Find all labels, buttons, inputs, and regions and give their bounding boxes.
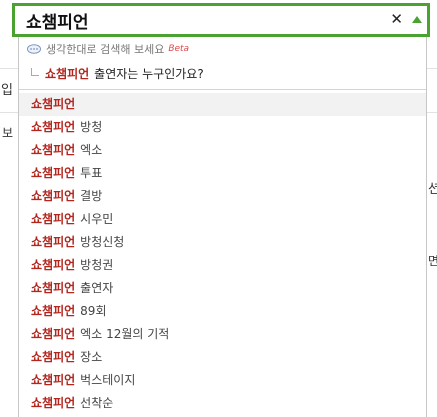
suggestion-item[interactable]: 쇼챔피언 엑소: [19, 139, 426, 162]
suggestion-item[interactable]: 쇼챔피언 벅스테이지: [19, 369, 426, 392]
suggestion-item[interactable]: 쇼챔피언 투표: [19, 162, 426, 185]
background-text: 면: [428, 254, 437, 268]
suggestion-suffix: 선착순: [80, 396, 114, 410]
suggestion-keyword: 쇼챔피언: [31, 396, 76, 410]
suggestion-keyword: 쇼챔피언: [31, 258, 76, 272]
suggestion-suffix: 출연자: [80, 281, 114, 295]
suggestion-header-text: 생각한대로 검색해 보세요: [46, 43, 165, 56]
suggestion-suffix: 시우민: [80, 212, 114, 226]
suggestion-keyword: 쇼챔피언: [31, 327, 76, 341]
suggestion-keyword: 쇼챔피언: [31, 235, 76, 249]
suggestion-item[interactable]: 쇼챔피언: [19, 93, 426, 116]
suggestion-suffix: 벅스테이지: [80, 373, 136, 387]
suggestion-item[interactable]: 쇼챔피언 방청권: [19, 254, 426, 277]
suggestion-item[interactable]: 쇼챔피언 시우민: [19, 208, 426, 231]
close-icon[interactable]: ✕: [390, 10, 403, 28]
autocomplete-dropdown: 생각한대로 검색해 보세요 Beta 쇼챔피언 출연자는 누구인가요? 쇼챔피언…: [18, 37, 427, 417]
search-box[interactable]: ✕: [12, 3, 430, 37]
background-text: 보: [2, 126, 14, 140]
background-text: 션: [428, 182, 437, 197]
question-text: 출연자는 누구인가요?: [94, 67, 204, 81]
suggestion-keyword: 쇼챔피언: [31, 304, 76, 318]
suggestion-suffix: 투표: [80, 166, 103, 180]
suggestion-keyword: 쇼챔피언: [31, 212, 76, 226]
suggestion-suffix: 엑소 12월의 기적: [80, 327, 170, 341]
triangle-up-icon[interactable]: [412, 16, 422, 23]
background-text: 입: [1, 83, 13, 98]
suggestion-suffix: 장소: [80, 350, 103, 364]
question-keyword: 쇼챔피언: [45, 67, 90, 81]
suggestion-keyword: 쇼챔피언: [31, 189, 76, 203]
suggestion-item[interactable]: 쇼챔피언 엑소 12월의 기적: [19, 323, 426, 346]
divider: [19, 89, 426, 90]
suggestion-list: 쇼챔피언 쇼챔피언 방청 쇼챔피언 엑소 쇼챔피언 투표 쇼챔피언 결방 쇼챔피언 시우민 쇼챔피언 방…: [19, 93, 426, 415]
speech-bubble-icon: [27, 43, 41, 54]
suggestion-item[interactable]: 쇼챔피언 장소: [19, 346, 426, 369]
suggestion-keyword: 쇼챔피언: [31, 350, 76, 364]
suggestion-suffix: 결방: [80, 189, 103, 203]
suggestion-suffix: 방청: [80, 120, 103, 134]
suggestion-keyword: 쇼챔피언: [31, 120, 76, 134]
suggestion-suffix: 방청권: [80, 258, 114, 272]
question-suggestion[interactable]: 쇼챔피언 출연자는 누구인가요?: [31, 65, 204, 82]
suggestion-header: 생각한대로 검색해 보세요 Beta: [27, 41, 189, 57]
suggestion-keyword: 쇼챔피언: [31, 166, 76, 180]
suggestion-keyword: 쇼챔피언: [31, 281, 76, 295]
suggestion-keyword: 쇼챔피언: [31, 373, 76, 387]
suggestion-suffix: 89회: [80, 304, 107, 318]
search-input[interactable]: [26, 9, 356, 31]
suggestion-item[interactable]: 쇼챔피언 89회: [19, 300, 426, 323]
suggestion-item[interactable]: 쇼챔피언 선착순: [19, 392, 426, 415]
suggestion-item[interactable]: 쇼챔피언 출연자: [19, 277, 426, 300]
suggestion-keyword: 쇼챔피언: [31, 143, 76, 157]
suggestion-keyword: 쇼챔피언: [31, 97, 76, 111]
suggestion-item[interactable]: 쇼챔피언 방청: [19, 116, 426, 139]
branch-icon: [31, 67, 39, 76]
suggestion-suffix: 방청신청: [80, 235, 125, 249]
suggestion-item[interactable]: 쇼챔피언 결방: [19, 185, 426, 208]
suggestion-item[interactable]: 쇼챔피언 방청신청: [19, 231, 426, 254]
suggestion-suffix: 엑소: [80, 143, 103, 157]
beta-badge: Beta: [168, 44, 190, 54]
